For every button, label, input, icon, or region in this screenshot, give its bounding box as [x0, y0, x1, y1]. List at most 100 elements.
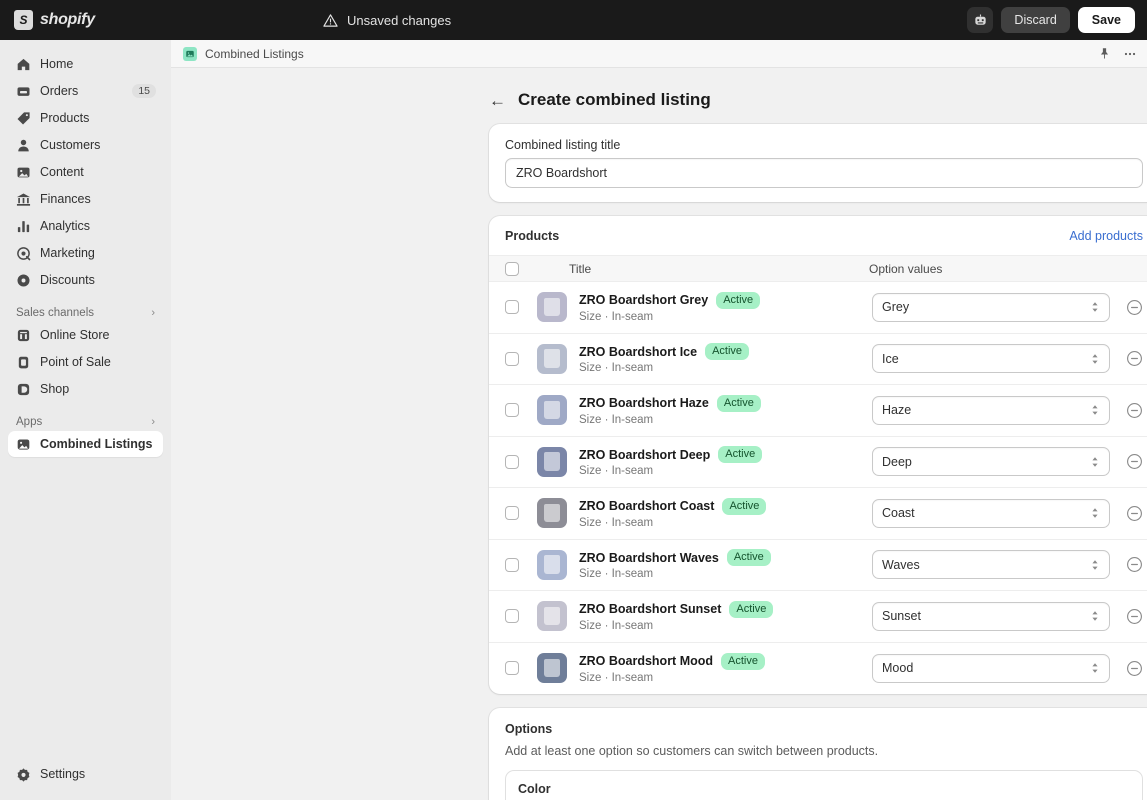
remove-circle-icon[interactable] [1126, 299, 1143, 316]
save-button[interactable]: Save [1077, 7, 1135, 33]
status-badge: Active [729, 600, 774, 618]
remove-circle-icon[interactable] [1126, 608, 1143, 625]
remove-circle-icon[interactable] [1126, 453, 1143, 470]
product-subtitle: Size · In-seam [579, 310, 654, 323]
online-store-icon [17, 329, 30, 341]
section-label: Sales channels [16, 307, 94, 319]
sidebar-item-label: Content [40, 165, 84, 179]
sidebar-item-label: Combined Listings [40, 437, 153, 451]
customers-person-icon [18, 139, 29, 151]
sidebar-section-apps[interactable]: Apps › [16, 416, 155, 428]
assistant-robot-icon[interactable] [967, 7, 994, 33]
table-row[interactable]: ZRO Boardshort Ice Active Size · In-seam Ic… [489, 334, 1147, 385]
product-title: ZRO Boardshort Haze [579, 396, 709, 411]
sidebar-item-products[interactable]: Products [8, 105, 163, 131]
select-all-checkbox[interactable] [505, 261, 519, 276]
option-group-color[interactable]: Color GreyIceHazeDeepCoastWavesSunsetMoo… [505, 770, 1143, 800]
table-row[interactable]: ZRO Boardshort Mood Active Size · In-seam M… [489, 643, 1147, 695]
products-card: Products Add products Title Option value… [489, 216, 1147, 694]
warning-triangle-icon [323, 13, 338, 27]
sidebar-item-home[interactable]: Home [8, 51, 163, 77]
sidebar-item-customers[interactable]: Customers [8, 132, 163, 158]
row-actions: Sunset [872, 601, 1143, 631]
option-value-select[interactable]: Ice [872, 344, 1110, 374]
row-checkbox[interactable] [505, 609, 519, 624]
remove-circle-icon[interactable] [1126, 505, 1143, 522]
option-value-select[interactable]: Waves [872, 550, 1110, 580]
more-horizontal-icon[interactable] [1123, 47, 1137, 61]
remove-circle-icon[interactable] [1126, 402, 1143, 419]
option-value-text: Haze [882, 403, 912, 418]
product-subtitle: Size · In-seam [579, 671, 654, 684]
app-breadcrumb-label: Combined Listings [205, 46, 304, 61]
product-subtitle: Size · In-seam [579, 568, 654, 581]
table-row[interactable]: ZRO Boardshort Deep Active Size · In-seam D… [489, 437, 1147, 488]
row-checkbox[interactable] [505, 506, 519, 521]
sidebar-item-combined-listings[interactable]: Combined Listings [8, 431, 163, 457]
unsaved-changes-label: Unsaved changes [347, 12, 452, 28]
sidebar-item-point-of-sale[interactable]: Point of Sale [8, 349, 163, 375]
top-bar-actions: Discard Save [967, 0, 1135, 40]
status-badge: Active [722, 497, 767, 515]
row-actions: Waves [872, 550, 1143, 580]
option-value-select[interactable]: Haze [872, 395, 1110, 425]
option-value-select[interactable]: Deep [872, 447, 1110, 477]
row-checkbox[interactable] [505, 351, 519, 366]
product-title: ZRO Boardshort Sunset [579, 602, 722, 617]
sidebar-item-marketing[interactable]: Marketing [8, 240, 163, 266]
shopify-brand[interactable]: shopify [0, 10, 175, 30]
option-value-select[interactable]: Sunset [872, 601, 1110, 631]
sidebar-item-orders[interactable]: Orders 15 [8, 78, 163, 104]
sidebar-item-label: Online Store [40, 328, 110, 342]
listing-title-input[interactable] [505, 158, 1143, 188]
status-badge: Active [721, 652, 765, 670]
sidebar-section-sales-channels[interactable]: Sales channels › [16, 307, 155, 319]
remove-circle-icon[interactable] [1126, 660, 1143, 677]
option-value-text: Ice [882, 351, 899, 366]
content-media-icon [17, 167, 30, 177]
sidebar-item-online-store[interactable]: Online Store [8, 322, 163, 348]
sidebar-item-analytics[interactable]: Analytics [8, 213, 163, 239]
table-row[interactable]: ZRO Boardshort Coast Active Size · In-seam… [489, 488, 1147, 540]
sidebar-item-content[interactable]: Content [8, 159, 163, 185]
products-heading: Products [505, 229, 560, 243]
status-badge: Active [726, 549, 771, 567]
discounts-icon [17, 274, 30, 286]
sidebar-item-finances[interactable]: Finances [8, 186, 163, 212]
remove-circle-icon[interactable] [1126, 556, 1143, 573]
table-row[interactable]: ZRO Boardshort Waves Active Size · In-seam… [489, 540, 1147, 591]
products-table-header: Title Option values [489, 255, 1147, 282]
arrow-left-icon[interactable]: ← [489, 92, 506, 109]
row-actions: Haze [872, 395, 1143, 425]
product-title: ZRO Boardshort Waves [579, 550, 719, 565]
product-info: ZRO Boardshort Ice Active Size · In-seam [579, 343, 750, 374]
row-actions: Ice [872, 344, 1143, 374]
row-checkbox[interactable] [505, 403, 519, 418]
table-row[interactable]: ZRO Boardshort Grey Active Size · In-seam G… [489, 282, 1147, 334]
row-actions: Deep [872, 447, 1143, 477]
product-title: ZRO Boardshort Grey [579, 293, 709, 308]
row-checkbox[interactable] [505, 300, 519, 315]
product-thumbnail [537, 292, 567, 323]
sidebar-item-discounts[interactable]: Discounts [8, 267, 163, 293]
sidebar-item-shop[interactable]: Shop [8, 376, 163, 402]
pin-icon[interactable] [1098, 47, 1111, 60]
option-value-text: Mood [882, 661, 914, 676]
discard-button[interactable]: Discard [1001, 7, 1070, 33]
row-checkbox[interactable] [505, 557, 519, 572]
table-row[interactable]: ZRO Boardshort Sunset Active Size · In-sea… [489, 591, 1147, 643]
add-products-link[interactable]: Add products [1069, 229, 1143, 243]
row-checkbox[interactable] [505, 661, 519, 676]
option-value-select[interactable]: Mood [872, 653, 1110, 683]
option-value-select[interactable]: Grey [872, 292, 1110, 322]
option-value-select[interactable]: Coast [872, 498, 1110, 528]
page-scroll-area[interactable]: ← Create combined listing Combined listi… [171, 68, 1147, 800]
product-thumbnail [537, 343, 567, 374]
table-row[interactable]: ZRO Boardshort Haze Active Size · In-seam H… [489, 385, 1147, 437]
point-of-sale-icon [18, 356, 29, 368]
options-card: Options Add at least one option so custo… [489, 708, 1147, 800]
row-checkbox[interactable] [505, 454, 519, 469]
shopify-bag-icon [14, 10, 33, 30]
sidebar-item-settings[interactable]: Settings [8, 761, 163, 787]
remove-circle-icon[interactable] [1126, 350, 1143, 367]
